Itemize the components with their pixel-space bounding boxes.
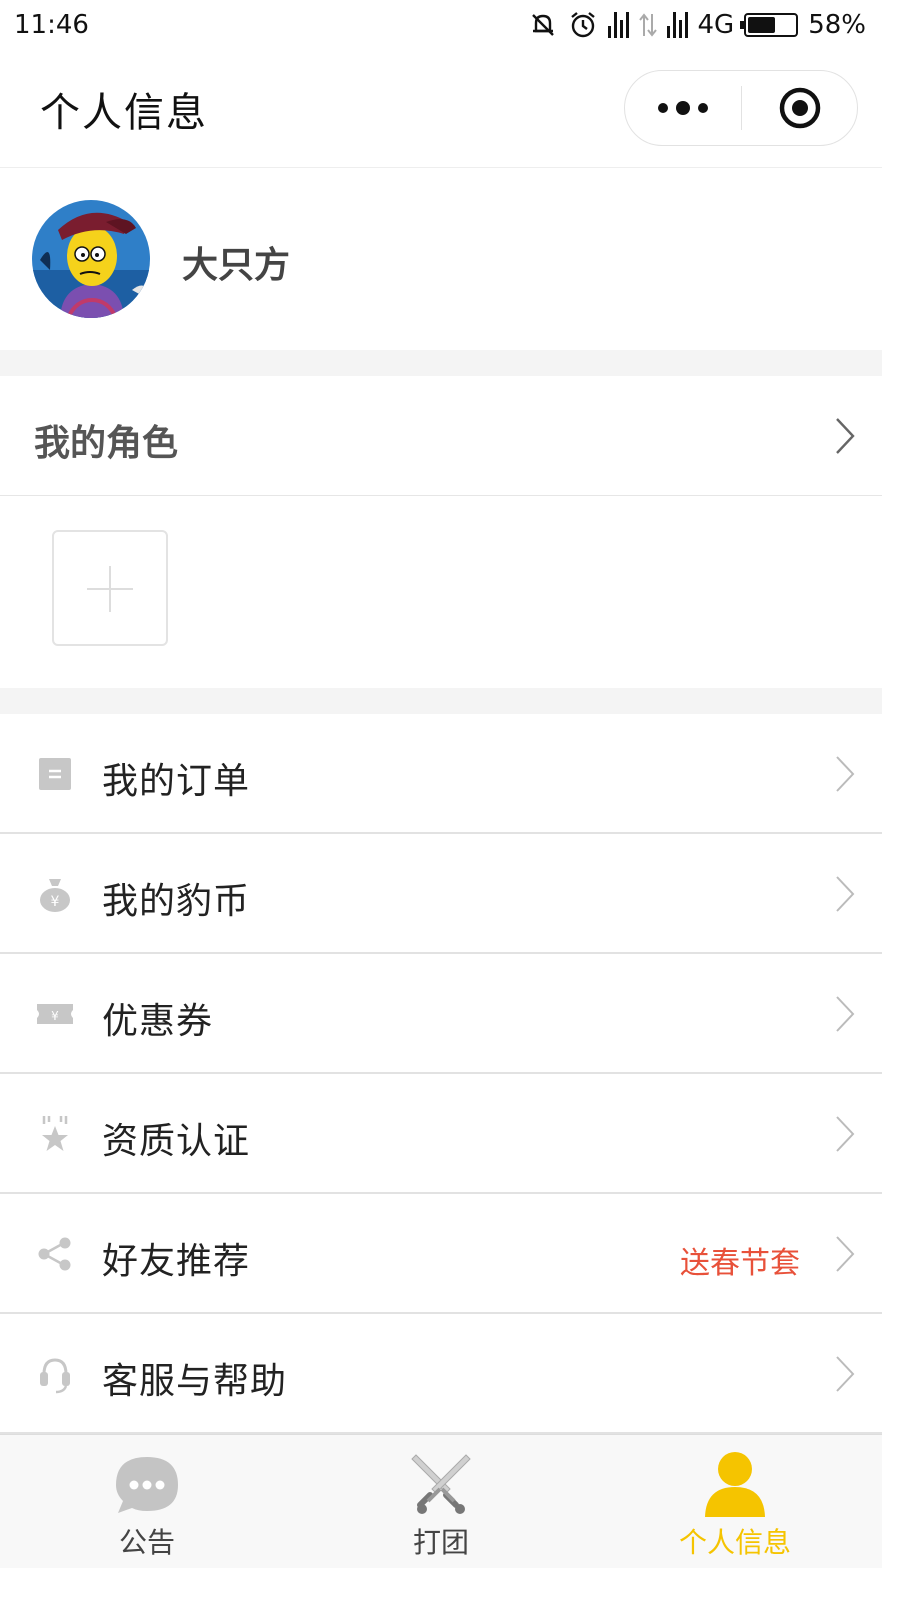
mute-bell-icon (531, 14, 554, 36)
status-indicators: 4G 58% (528, 10, 866, 40)
menu-item-certification[interactable]: 资质认证 (0, 1074, 882, 1194)
badge-star-icon (42, 1116, 68, 1151)
menu-label: 好友推荐 (102, 1241, 251, 1282)
page-title: 个人信息 (40, 90, 208, 136)
headset-icon (40, 1358, 70, 1394)
tab-profile[interactable]: 个人信息 (588, 1435, 882, 1569)
person-icon (705, 1452, 765, 1517)
miniprogram-capsule (624, 70, 858, 146)
tab-label: 个人信息 (678, 1526, 791, 1559)
nav-bar: 个人信息 (0, 50, 882, 168)
tab-label: 打团 (412, 1526, 469, 1559)
username: 大只方 (182, 245, 291, 286)
money-bag-icon: ¥ (40, 879, 70, 912)
alarm-clock-icon (570, 12, 595, 38)
chevron-right-icon (836, 1236, 855, 1272)
battery-percent: 58% (808, 10, 866, 40)
chat-bubble-icon (116, 1457, 178, 1513)
svg-text:¥: ¥ (51, 894, 60, 910)
referral-promo: 送春节套 (680, 1246, 800, 1281)
section-divider (0, 350, 882, 376)
menu-label: 资质认证 (102, 1121, 251, 1162)
status-bar: 11:46 4G 58% (0, 0, 882, 50)
chevron-right-icon (836, 418, 855, 454)
more-dots-icon[interactable] (625, 71, 741, 145)
section-divider (0, 688, 882, 714)
chevron-right-icon (836, 876, 855, 912)
signal-2-icon (666, 12, 688, 38)
menu-label: 我的订单 (102, 761, 251, 802)
roles-list (0, 496, 882, 688)
menu-item-orders[interactable]: 我的订单 (0, 714, 882, 834)
chevron-right-icon (836, 756, 855, 792)
tab-raid[interactable]: 打团 (294, 1435, 588, 1569)
plus-icon (87, 566, 133, 612)
coupon-icon: ¥ (37, 1004, 73, 1024)
crossed-swords-icon (411, 1454, 471, 1514)
share-icon (38, 1237, 71, 1271)
tab-announcements[interactable]: 公告 (0, 1435, 294, 1569)
profile-card[interactable]: 大只方 (0, 168, 882, 350)
battery-icon (740, 13, 799, 37)
data-arrows-icon (638, 13, 657, 37)
chevron-right-icon (836, 996, 855, 1032)
add-role-button[interactable] (52, 530, 168, 646)
menu-item-support[interactable]: 客服与帮助 (0, 1314, 882, 1434)
status-time: 11:46 (14, 10, 89, 40)
menu-item-coupons[interactable]: ¥ 优惠券 (0, 954, 882, 1074)
menu-item-referral[interactable]: 好友推荐 送春节套 (0, 1194, 882, 1314)
tab-label: 公告 (118, 1526, 175, 1559)
chevron-right-icon (836, 1356, 855, 1392)
chevron-right-icon (836, 1116, 855, 1152)
battery-fill (748, 17, 775, 33)
order-list-icon (39, 758, 71, 790)
menu-label: 客服与帮助 (102, 1361, 288, 1402)
menu-label: 我的豹币 (102, 881, 251, 922)
my-roles-title: 我的角色 (34, 423, 179, 464)
network-type: 4G (697, 10, 735, 40)
menu-label: 优惠券 (102, 1001, 214, 1042)
signal-1-icon (607, 12, 629, 38)
tab-bar: 公告 打团 个人信息 (0, 1434, 882, 1568)
target-circle-icon[interactable] (742, 71, 857, 145)
menu-item-coins[interactable]: ¥ 我的豹币 (0, 834, 882, 954)
my-roles-row[interactable]: 我的角色 (0, 376, 882, 496)
svg-text:¥: ¥ (51, 1009, 59, 1023)
avatar[interactable] (32, 200, 150, 318)
